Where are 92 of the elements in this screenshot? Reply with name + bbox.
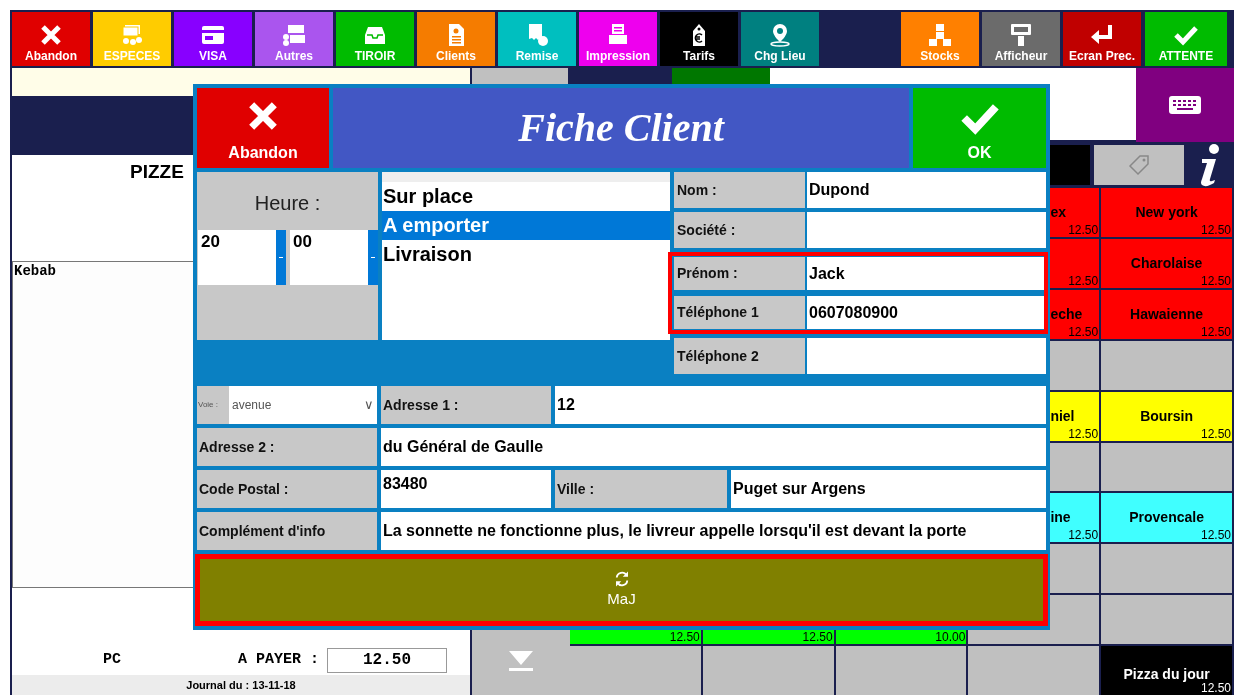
toolbar-button[interactable]: Tarifs	[660, 12, 738, 66]
toolbar-button[interactable]: Afficheur	[982, 12, 1060, 66]
product-price: 12.50	[1200, 528, 1231, 543]
product-price: 10.00	[935, 630, 966, 645]
field-label: Nom :	[674, 172, 805, 208]
product-button[interactable]: Charolaise 12.50	[1101, 238, 1232, 288]
text-field[interactable]: La sonnette ne fonctionne plus, le livreur appelle lorsqu'il est devant la porte	[381, 512, 1046, 550]
product-name: eche	[1049, 304, 1084, 322]
credit-card-icon	[201, 23, 225, 47]
product-button[interactable]: Hawaienne 12.50	[1101, 289, 1232, 339]
scroll-down-button[interactable]	[472, 627, 570, 695]
field-label: Adresse 1 :	[381, 386, 551, 424]
dropdown-label: Voie :	[197, 399, 219, 411]
order-type-option[interactable]: Sur place	[382, 182, 670, 211]
product-name: New york	[1134, 203, 1199, 220]
product-button[interactable]	[1101, 442, 1232, 492]
field-label: Complément d'info	[197, 512, 377, 550]
product-price: 12.50	[1068, 528, 1099, 543]
return-arrow-icon	[1090, 23, 1114, 47]
seller-label: PC	[102, 650, 122, 671]
text-field[interactable]: du Général de Gaulle	[381, 428, 1046, 466]
toolbar-button[interactable]: Impression	[579, 12, 657, 66]
dropdown-value: avenue	[232, 397, 272, 414]
product-button[interactable]: Provencale 12.50	[1101, 493, 1232, 543]
product-price: 12.50	[1200, 681, 1231, 695]
product-name: ine	[1049, 508, 1072, 526]
journal-date: Journal du : 13-11-18	[186, 677, 296, 693]
location-pin-icon	[768, 23, 792, 47]
minute-spinner[interactable]: 00	[290, 230, 378, 285]
text-field[interactable]: 12	[555, 386, 1046, 424]
time-label: Heure :	[253, 191, 322, 216]
product-price: 12.50	[1200, 273, 1231, 288]
hour-spinner[interactable]: 20	[198, 230, 286, 285]
toolbar-button[interactable]: VISA	[174, 12, 252, 66]
toolbar-button[interactable]: Abandon	[12, 12, 90, 66]
product-name: Boursin	[1139, 406, 1195, 424]
product-name: Pizza du jour	[1122, 665, 1211, 683]
down-arrow-icon	[508, 650, 534, 672]
text-field[interactable]: Dupond	[807, 172, 1046, 208]
field-label: Société :	[674, 212, 805, 248]
field-label: Code Postal :	[197, 470, 377, 508]
text-field[interactable]: Puget sur Argens	[731, 470, 1046, 508]
dialog-title: Fiche Client	[518, 104, 724, 152]
text-field[interactable]	[807, 338, 1046, 374]
product-price: 12.50	[802, 630, 833, 645]
product-name: niel	[1049, 406, 1076, 424]
product-button[interactable]: New york 12.50	[1101, 188, 1232, 237]
text-field[interactable]	[807, 212, 1046, 248]
customer-display-icon	[1009, 23, 1033, 47]
order-type-option[interactable]: A emporter	[382, 211, 670, 240]
product-price: 12.50	[1068, 324, 1099, 339]
printer-icon	[606, 23, 630, 47]
product-name: Charolaise	[1129, 253, 1204, 271]
keyboard-icon	[1169, 96, 1201, 114]
product-price: 12.50	[1200, 324, 1231, 339]
cards-and-coins-icon	[282, 23, 306, 47]
text-field[interactable]: 0607080900	[807, 296, 1044, 329]
product-name: Provencale	[1128, 508, 1205, 526]
field-label: Prénom :	[674, 257, 805, 290]
cancel-button[interactable]: Abandon	[197, 88, 329, 168]
order-type-option[interactable]: Livraison	[382, 240, 670, 269]
product-price: 12.50	[1068, 222, 1099, 237]
banknotes-icon	[120, 23, 144, 47]
update-button[interactable]: MaJ	[195, 554, 1048, 626]
tag-icon	[1128, 154, 1150, 176]
x-icon	[39, 23, 63, 47]
product-button[interactable]: Boursin 12.50	[1101, 391, 1232, 441]
text-field[interactable]: Jack	[807, 257, 1044, 290]
product-price: 12.50	[669, 630, 700, 645]
keyboard-button[interactable]	[1136, 68, 1234, 142]
field-label: Ville :	[555, 470, 727, 508]
field-label: Téléphone 2	[674, 338, 805, 374]
toolbar-button[interactable]: Autres	[255, 12, 333, 66]
toolbar-button[interactable]: Ecran Prec.	[1063, 12, 1141, 66]
product-price: 12.50	[1200, 426, 1231, 441]
street-type-dropdown[interactable]: Voie : avenue ∨	[197, 386, 377, 424]
order-title: PIZZE	[129, 160, 185, 184]
toolbar-button[interactable]: Chg Lieu	[741, 12, 819, 66]
text-field[interactable]: 83480	[381, 470, 551, 508]
field-label: Adresse 2 :	[197, 428, 377, 466]
boxes-icon	[928, 23, 952, 47]
product-name: Hawaienne	[1129, 304, 1205, 322]
field-label: Téléphone 1	[674, 296, 805, 329]
product-name: ex	[1049, 203, 1067, 220]
total-label: A PAYER :	[238, 650, 319, 671]
product-button[interactable]: Pizza du jour 12.50	[1101, 646, 1232, 695]
caret-icon: ∨	[364, 395, 374, 415]
product-price: 12.50	[1068, 426, 1099, 441]
order-line[interactable]: Kebab	[13, 263, 56, 279]
product-price: 12.50	[1200, 222, 1231, 237]
product-price: 12.50	[1068, 273, 1099, 288]
total-field: 12.50	[327, 648, 447, 673]
